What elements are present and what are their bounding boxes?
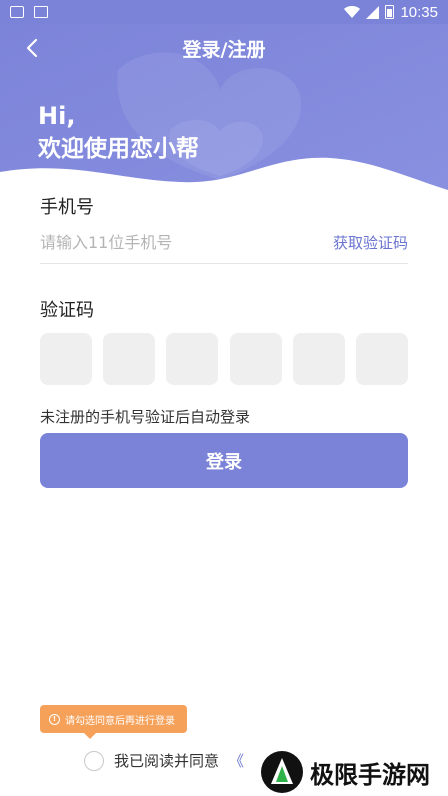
greeting-welcome: 欢迎使用恋小帮 (38, 136, 199, 162)
auto-login-hint: 未注册的手机号验证后自动登录 (40, 408, 251, 426)
back-button[interactable] (18, 34, 46, 62)
status-time: 10:35 (400, 3, 438, 21)
info-icon: ! (49, 713, 60, 725)
status-bar: 10:35 (0, 0, 448, 24)
tooltip-text: 请勾选同意后再进行登录 (65, 715, 175, 727)
login-button[interactable]: 登录 (40, 433, 408, 488)
get-code-button[interactable]: 获取验证码 (333, 232, 408, 253)
signal-icon (366, 5, 380, 19)
app-notification-icon (34, 6, 48, 18)
wifi-icon (344, 5, 361, 18)
nav-bar: 登录/注册 (0, 24, 448, 72)
watermark-logo-icon (261, 751, 303, 793)
code-box-4[interactable] (229, 333, 282, 385)
keyboard-icon (10, 6, 24, 18)
agreement-tooltip: ! 请勾选同意后再进行登录 (40, 705, 187, 739)
agreement-link[interactable]: 《 (229, 750, 244, 771)
phone-label: 手机号 (40, 197, 94, 218)
agree-checkbox[interactable] (84, 750, 104, 771)
code-box-1[interactable] (40, 333, 92, 385)
greeting-hi: Hi, (38, 102, 76, 130)
watermark: 极限手游网 (258, 748, 436, 796)
agreement-text: 我已阅读并同意 (114, 752, 220, 770)
watermark-text: 极限手游网 (310, 759, 430, 789)
code-label: 验证码 (40, 300, 94, 321)
phone-row: 获取验证码 (40, 222, 408, 264)
code-box-3[interactable] (166, 333, 219, 385)
code-box-6[interactable] (355, 333, 408, 385)
page-title: 登录/注册 (182, 38, 266, 61)
battery-icon (385, 5, 395, 19)
phone-input[interactable] (40, 233, 300, 252)
greeting: Hi, 欢迎使用恋小帮 (38, 100, 199, 166)
code-box-2[interactable] (103, 333, 156, 385)
agreement-row: 我已阅读并同意 《 (84, 750, 244, 771)
code-boxes (40, 333, 408, 385)
back-icon (26, 38, 38, 58)
code-box-5[interactable] (292, 333, 345, 385)
